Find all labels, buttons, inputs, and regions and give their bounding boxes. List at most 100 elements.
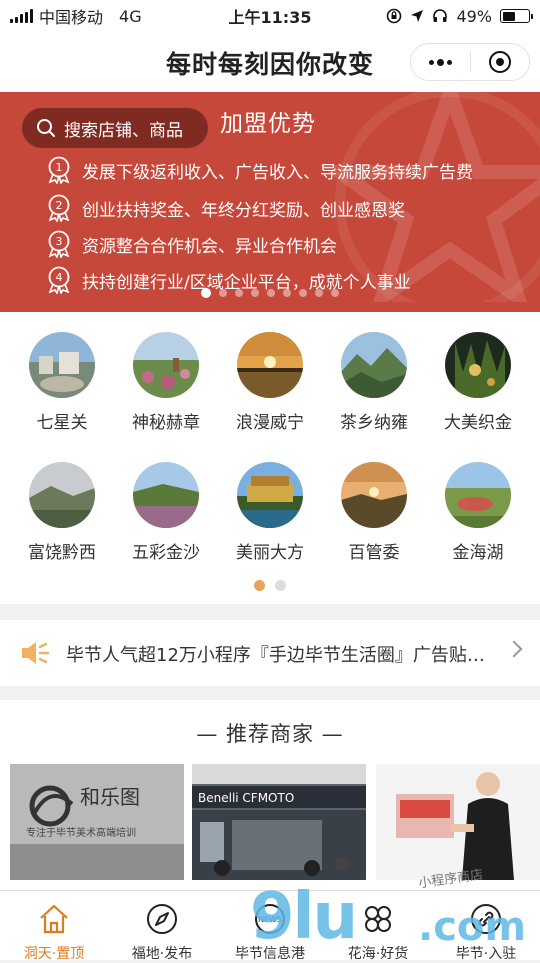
region-photo [341,462,407,528]
region-photo [133,462,199,528]
announcement-text: 毕节人气超12万小程序『手边毕节生活圈』广告贴… [66,645,485,666]
rotation-lock-icon [387,8,402,24]
region-photo [445,332,511,398]
region-item[interactable]: 富饶黔西 [8,462,116,563]
benefit-item: 3 资源整合合作机会、异业合作机会 [46,230,337,258]
carousel-dot[interactable] [331,289,339,297]
medal-icon: 1 [48,156,70,184]
recommended-merchants: — 推荐商家 — 和乐图 专注于毕节美术高端培训 Benelli CFMOTO [0,700,540,890]
carousel-dot[interactable] [315,289,323,297]
region-item[interactable]: 百管委 [320,462,428,563]
region-item[interactable]: 大美织金 [424,332,532,433]
announcement-bar[interactable]: 毕节人气超12万小程序『手边毕节生活圈』广告贴… [0,620,540,686]
clover-icon [365,906,391,932]
carousel-dot[interactable] [283,289,291,297]
svg-text:1: 1 [56,161,63,174]
carousel-dot[interactable] [251,289,259,297]
home-icon [40,904,68,934]
medal-icon: 2 [48,194,70,222]
region-photo [29,462,95,528]
merchant-tagline: 专注于毕节美术高端培训 [26,826,136,839]
carousel-dot[interactable] [219,289,227,297]
more-button[interactable] [411,44,470,80]
region-label: 七星关 [36,413,88,433]
svg-text:3: 3 [56,235,63,248]
merchant-card[interactable]: Benelli CFMOTO [192,764,366,880]
svg-text:2: 2 [56,199,63,212]
merchant-card[interactable]: 和乐图 专注于毕节美术高端培训 [10,764,184,880]
grid-page-indicator[interactable] [0,580,540,591]
benefit-item: 2 创业扶持奖金、年终分红奖励、创业感恩奖 [46,194,405,222]
miniprogram-capsule [410,43,530,81]
carousel-dot[interactable] [299,289,307,297]
region-label: 美丽大方 [236,543,304,563]
signal-icon [10,9,33,23]
region-label: 神秘赫章 [132,413,200,433]
region-photo [237,332,303,398]
region-item[interactable]: 金海湖 [424,462,532,563]
network-label: 4G [119,6,142,26]
close-miniprogram-button[interactable] [471,44,530,80]
merchant-image: Benelli CFMOTO [192,764,366,880]
svg-text:4: 4 [56,271,63,284]
merchant-image [376,764,540,880]
region-label: 百管委 [348,543,400,563]
region-photo [133,332,199,398]
carousel-indicator[interactable] [0,288,540,298]
compass-icon [147,904,177,934]
location-icon [411,10,424,22]
tab-label: 福地·发布 [131,946,193,962]
merchant-card[interactable] [376,764,540,880]
medal-icon: 3 [48,230,70,258]
tab-publish[interactable]: 福地·发布 [108,891,216,962]
page-dot[interactable] [275,580,286,591]
search-bar[interactable]: 搜索店铺、商品 [22,108,208,148]
speaker-icon [22,642,50,664]
nav-bar: 每时每刻因你改变 [0,32,540,92]
merchant-image: 和乐图 专注于毕节美术高端培训 [10,764,184,880]
battery-percent: 49% [456,6,492,26]
region-label: 富饶黔西 [28,543,96,563]
banner-title: 加盟优势 [220,111,316,137]
region-photo [237,462,303,528]
region-photo [341,332,407,398]
carousel-dot[interactable] [201,288,211,298]
region-item[interactable]: 茶乡纳雍 [320,332,428,433]
search-placeholder: 搜索店铺、商品 [64,120,183,141]
watermark-domain: .com [418,904,527,950]
carrier-label: 中国移动 [39,8,104,27]
region-label: 浪漫威宁 [236,413,304,433]
region-item[interactable]: 神秘赫章 [112,332,220,433]
page-dot[interactable] [254,580,265,591]
merchant-name: Benelli CFMOTO [198,791,294,805]
region-item[interactable]: 七星关 [8,332,116,433]
region-item[interactable]: 五彩金沙 [112,462,220,563]
benefit-item: 1 发展下级返利收入、广告收入、导流服务持续广告费 [46,156,473,184]
battery-icon [500,9,533,23]
benefit-text: 资源整合合作机会、异业合作机会 [82,236,337,257]
merchant-name: 和乐图 [80,785,140,809]
region-label: 金海湖 [452,543,504,563]
headphones-icon [433,9,448,22]
region-label: 茶乡纳雍 [340,413,408,433]
promo-banner[interactable]: 搜索店铺、商品 加盟优势 1 发展下级返利收入、广告收入、导流服务持续广告费 2… [0,92,540,312]
region-item[interactable]: 浪漫威宁 [216,332,324,433]
status-bar: 中国移动 4G 上午11:35 49% [0,0,540,32]
carousel-dot[interactable] [267,289,275,297]
region-photo [29,332,95,398]
region-item[interactable]: 美丽大方 [216,462,324,563]
search-icon [37,119,55,137]
region-photo [445,462,511,528]
carousel-dot[interactable] [235,289,243,297]
region-label: 大美织金 [444,413,512,433]
chevron-right-icon [505,640,523,658]
region-label: 五彩金沙 [132,543,200,563]
tab-label: 洞天·置顶 [23,946,85,962]
benefit-text: 发展下级返利收入、广告收入、导流服务持续广告费 [82,162,473,183]
more-dots-icon [428,58,452,66]
tab-home[interactable]: 洞天·置顶 [0,891,108,962]
watermark-logo: 9lu [250,880,358,954]
region-grid: 七星关 神秘赫章 浪漫威宁 茶乡纳雍 大美织金 富饶黔西 五彩金沙 美丽大方 百… [0,312,540,604]
benefit-text: 创业扶持奖金、年终分红奖励、创业感恩奖 [82,200,405,221]
target-icon [488,51,511,73]
